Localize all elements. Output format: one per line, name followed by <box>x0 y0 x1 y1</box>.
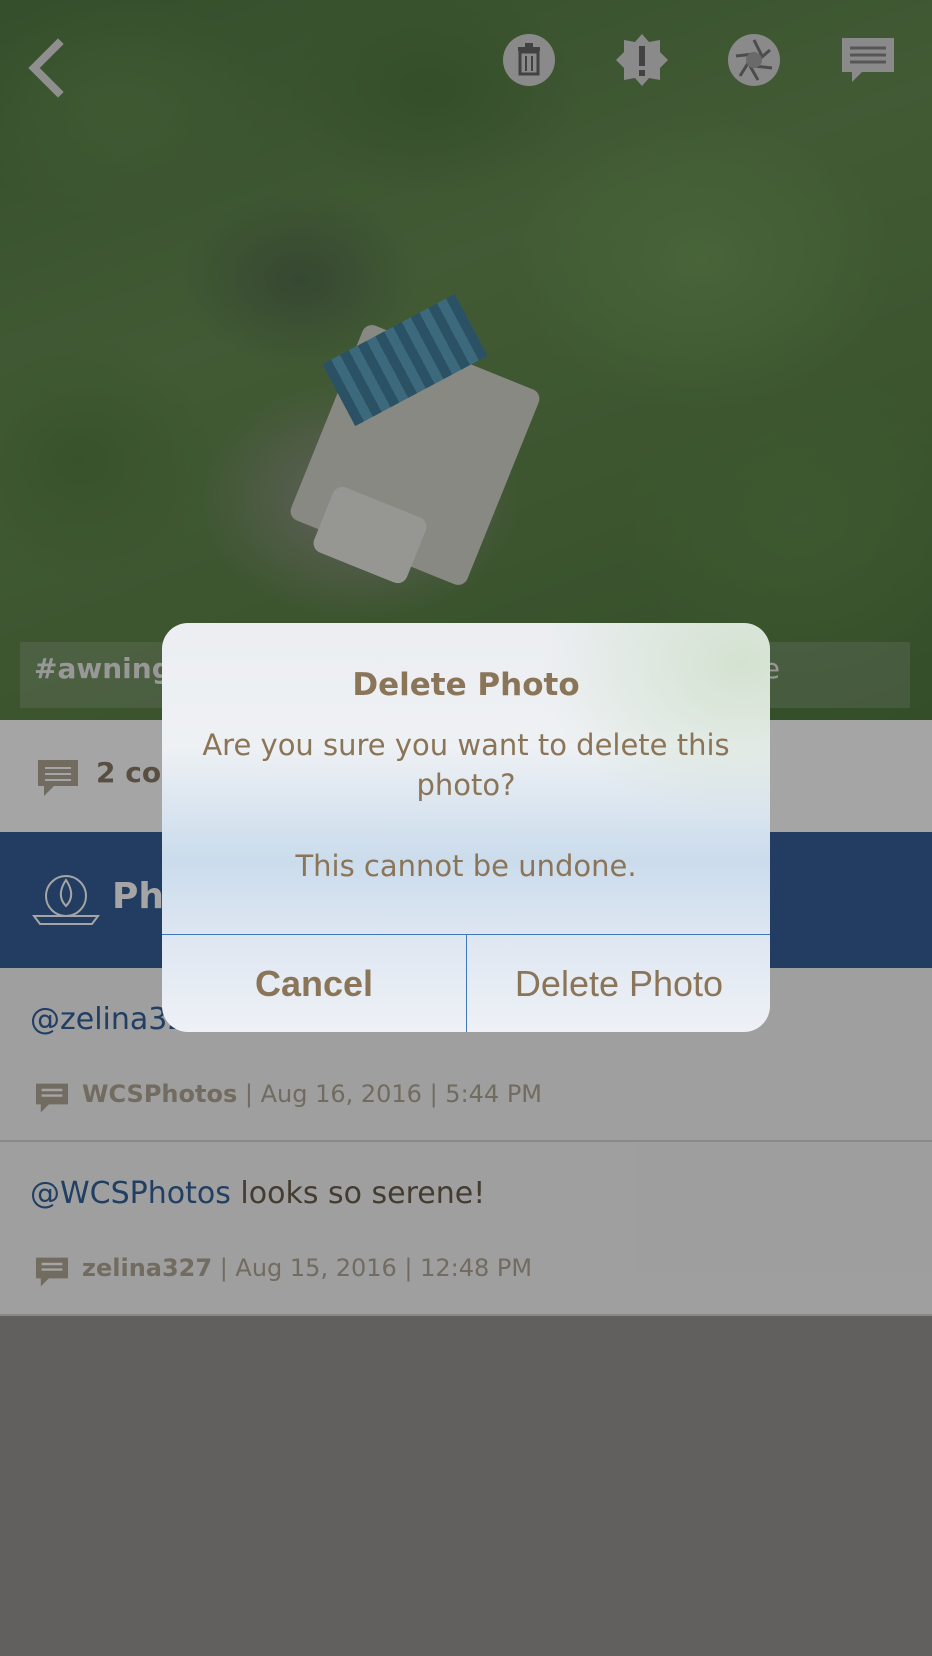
delete-photo-button[interactable]: Delete Photo <box>467 935 770 1032</box>
cancel-button[interactable]: Cancel <box>162 935 466 1032</box>
dialog-warning: This cannot be undone. <box>295 849 637 883</box>
dialog-message: Are you sure you want to delete this pho… <box>202 728 730 802</box>
dialog-title: Delete Photo <box>352 667 580 703</box>
delete-photo-dialog: Delete Photo Are you sure you want to de… <box>162 623 770 1032</box>
